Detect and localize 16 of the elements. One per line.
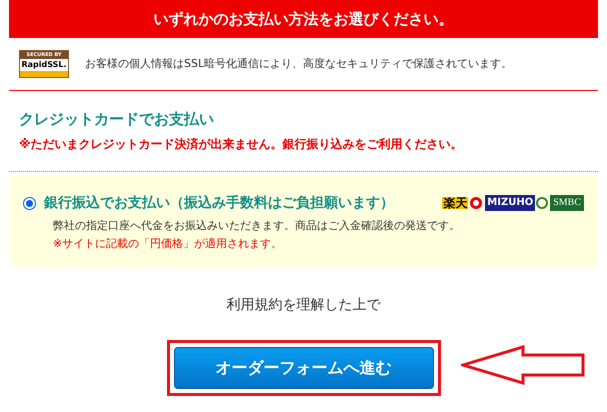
bank-logo: 楽天	[442, 197, 468, 209]
radio-button[interactable]	[23, 196, 36, 210]
payment-option-title: クレジットカードでお支払い	[19, 109, 215, 130]
payment-description: 弊社の指定口座へ代金をお振込みいただきます。商品はご入金確認後の発送です。	[53, 218, 461, 234]
payment-note: ※サイトに記載の「円価格」が適用されます。	[53, 236, 284, 252]
bank-logo: SMBC	[550, 195, 584, 211]
order-form-button[interactable]: オーダーフォームへ進む	[174, 346, 434, 388]
bank-logo: MIZUHO	[485, 195, 536, 211]
arrow-icon	[461, 344, 585, 384]
payment-notice: ※ただいまクレジットカード決済が出来ません。銀行振り込みをご利用ください。	[19, 136, 464, 152]
bank-logo-icon	[469, 196, 484, 210]
bank-logo-icon	[536, 196, 548, 210]
payment-option-title: 銀行振込でお支払い（振込み手数料はご負担願います）	[44, 194, 394, 212]
terms-text: 利用規約を理解した上で	[226, 296, 380, 314]
header-bar: いずれかのお支払い方法をお選びください。	[9, 0, 598, 38]
security-message: お客様の個人情報はSSL暗号化通信により、高度なセキュリティで保護されています。	[85, 56, 512, 72]
